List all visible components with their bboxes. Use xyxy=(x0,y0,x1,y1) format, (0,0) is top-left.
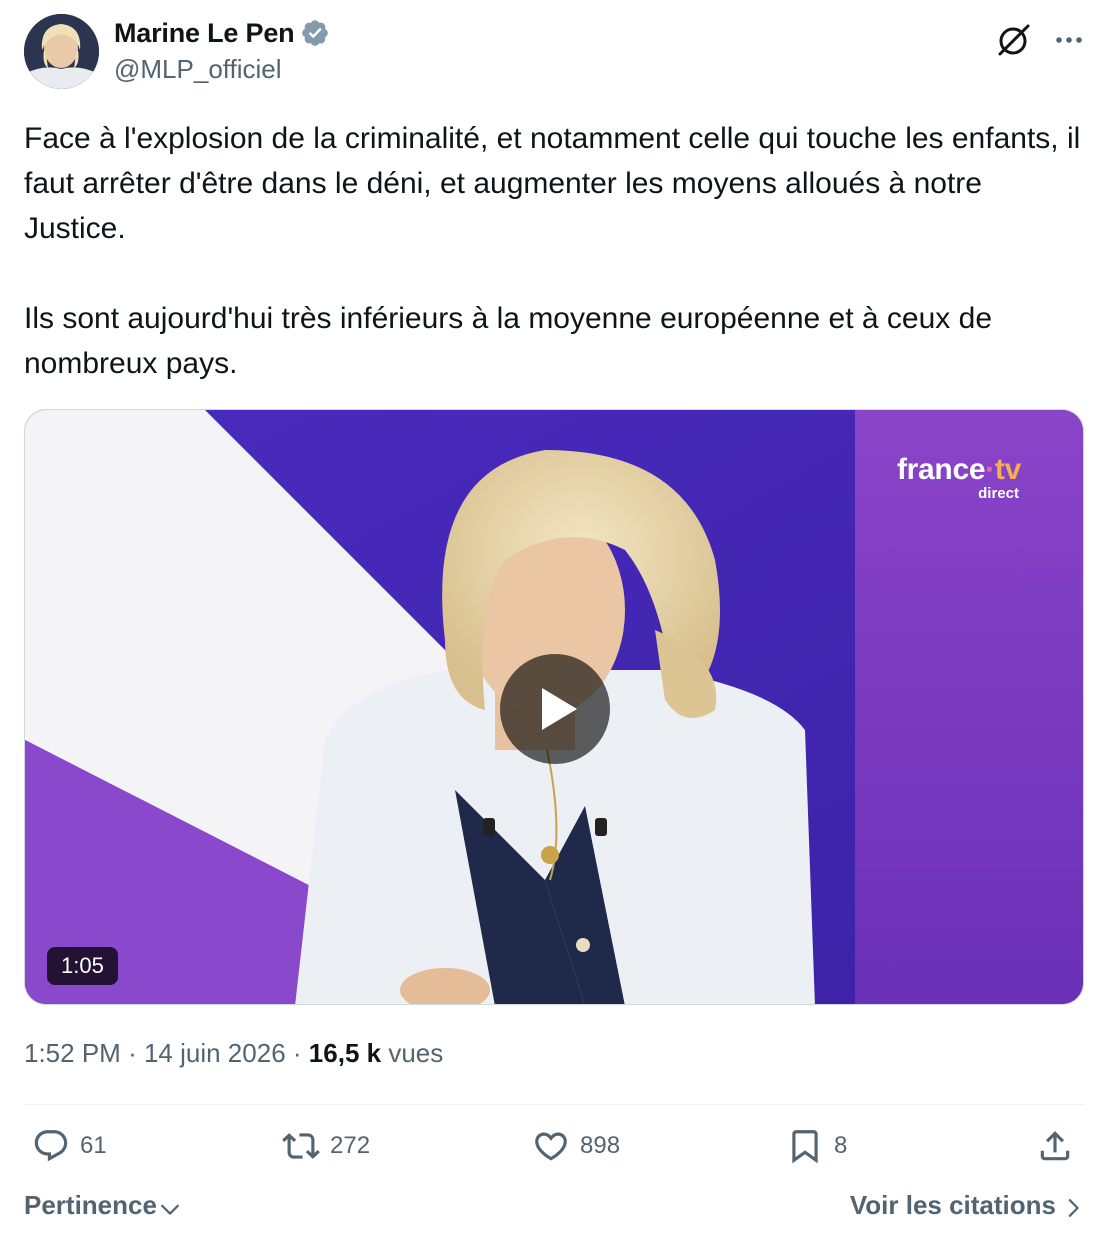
header-actions xyxy=(996,22,1084,58)
brand-suffix: tv xyxy=(994,453,1021,486)
like-button[interactable]: 898 xyxy=(532,1127,620,1165)
more-options-icon[interactable] xyxy=(1054,25,1084,55)
retweet-button[interactable]: 272 xyxy=(282,1127,370,1165)
video-duration: 1:05 xyxy=(47,947,118,985)
replies-footer: Pertinence Voir les citations xyxy=(24,1190,1084,1230)
tweet-paragraph-2: Ils sont aujourd'hui très inférieurs à l… xyxy=(24,302,992,380)
tweet-time[interactable]: 1:52 PM xyxy=(24,1038,121,1068)
reply-count: 61 xyxy=(80,1132,107,1159)
bookmark-icon xyxy=(792,1130,818,1164)
retweet-icon xyxy=(282,1133,320,1159)
quotes-label: Voir les citations xyxy=(849,1190,1056,1220)
brand-name: france xyxy=(896,453,986,486)
retweet-count: 272 xyxy=(330,1132,371,1159)
bookmark-button[interactable]: 8 xyxy=(786,1127,847,1165)
action-bar: 61 272 898 8 xyxy=(24,1127,1084,1175)
brand-dot: · xyxy=(985,453,995,486)
chevron-right-icon xyxy=(1068,1198,1079,1217)
chevron-down-icon xyxy=(161,1204,179,1215)
meta-separator: · xyxy=(128,1038,137,1068)
heart-icon xyxy=(535,1132,567,1161)
brand-sub: direct xyxy=(978,485,1019,502)
play-icon xyxy=(542,688,577,730)
tweet-meta: 1:52 PM · 14 juin 2026 · 16,5 k vues xyxy=(24,1038,443,1069)
tweet-date[interactable]: 14 juin 2026 xyxy=(144,1038,286,1068)
sort-label: Pertinence xyxy=(24,1190,157,1220)
sort-dropdown[interactable]: Pertinence xyxy=(24,1190,181,1221)
divider xyxy=(24,1104,1084,1105)
like-count: 898 xyxy=(580,1132,621,1159)
play-button[interactable] xyxy=(500,654,610,764)
name-row: Marine Le Pen xyxy=(114,16,330,50)
view-quotes-link[interactable]: Voir les citations xyxy=(850,1190,1084,1221)
reply-icon xyxy=(34,1130,68,1162)
share-button[interactable] xyxy=(1036,1127,1074,1165)
views-count: 16,5 k xyxy=(308,1038,382,1068)
author-name[interactable]: Marine Le Pen xyxy=(114,18,295,49)
author-handle[interactable]: @MLP_officiel xyxy=(114,54,330,85)
avatar[interactable] xyxy=(24,14,99,89)
author-block: Marine Le Pen @MLP_officiel xyxy=(114,16,330,85)
verified-badge-icon xyxy=(302,20,329,46)
video-player[interactable]: france·tv direct 1:05 xyxy=(24,409,1084,1005)
meta-separator-2: · xyxy=(292,1038,302,1068)
reply-button[interactable]: 61 xyxy=(32,1127,107,1165)
tweet-paragraph-1: Face à l'explosion de la criminalité, et… xyxy=(24,122,1081,245)
grok-icon[interactable] xyxy=(996,22,1032,58)
views-label: vues xyxy=(388,1038,444,1068)
channel-logo: france·tv direct xyxy=(897,453,1021,502)
tweet-text: Face à l'explosion de la criminalité, et… xyxy=(24,116,1084,386)
tweet-header: Marine Le Pen @MLP_officiel xyxy=(24,14,1084,94)
share-icon xyxy=(1040,1131,1070,1161)
bookmark-count: 8 xyxy=(834,1132,848,1159)
